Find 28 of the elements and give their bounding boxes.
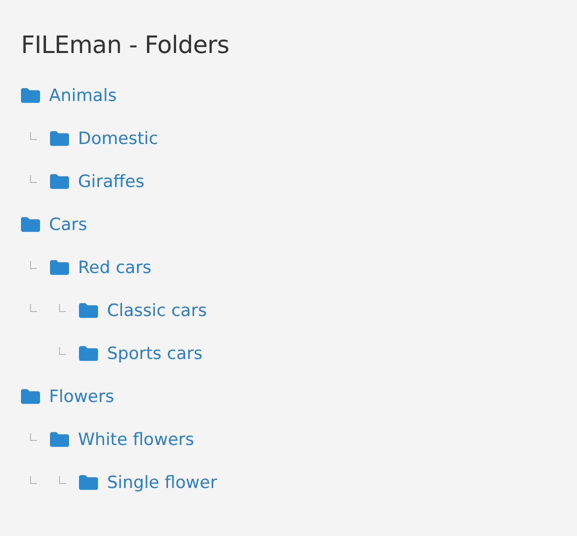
- tree-branch-icon: [59, 346, 66, 354]
- tree-branch-icon: [30, 132, 37, 140]
- folder-icon: [79, 346, 98, 361]
- folder-icon: [79, 303, 98, 318]
- folder-link[interactable]: Single flower: [107, 472, 218, 492]
- tree-branch-icon: [59, 304, 66, 312]
- folder-icon: [79, 475, 98, 490]
- folder-link[interactable]: Giraffes: [78, 172, 144, 192]
- tree-branch-icon: [30, 260, 37, 268]
- folder-icon: [50, 432, 69, 447]
- folder-link[interactable]: White flowers: [78, 430, 194, 450]
- folder-link[interactable]: Flowers: [49, 386, 114, 406]
- folder-link[interactable]: Classic cars: [107, 300, 207, 320]
- folder-icon: [50, 131, 69, 146]
- tree-branch-icon: [30, 432, 37, 440]
- folder-icon: [21, 88, 40, 103]
- folder-link[interactable]: Animals: [49, 86, 117, 106]
- folder-link[interactable]: Red cars: [78, 258, 152, 278]
- folder-icon: [21, 389, 40, 404]
- folder-link[interactable]: Sports cars: [107, 344, 203, 364]
- folder-link[interactable]: Cars: [49, 214, 88, 234]
- folder-icon: [50, 260, 69, 275]
- folder-icon: [21, 217, 40, 232]
- tree-branch-icon: [59, 476, 66, 484]
- page-title: FILEman - Folders: [21, 30, 230, 60]
- folder-link[interactable]: Domestic: [78, 128, 158, 148]
- tree-branch-icon: [30, 174, 37, 182]
- folder-icon: [50, 174, 69, 189]
